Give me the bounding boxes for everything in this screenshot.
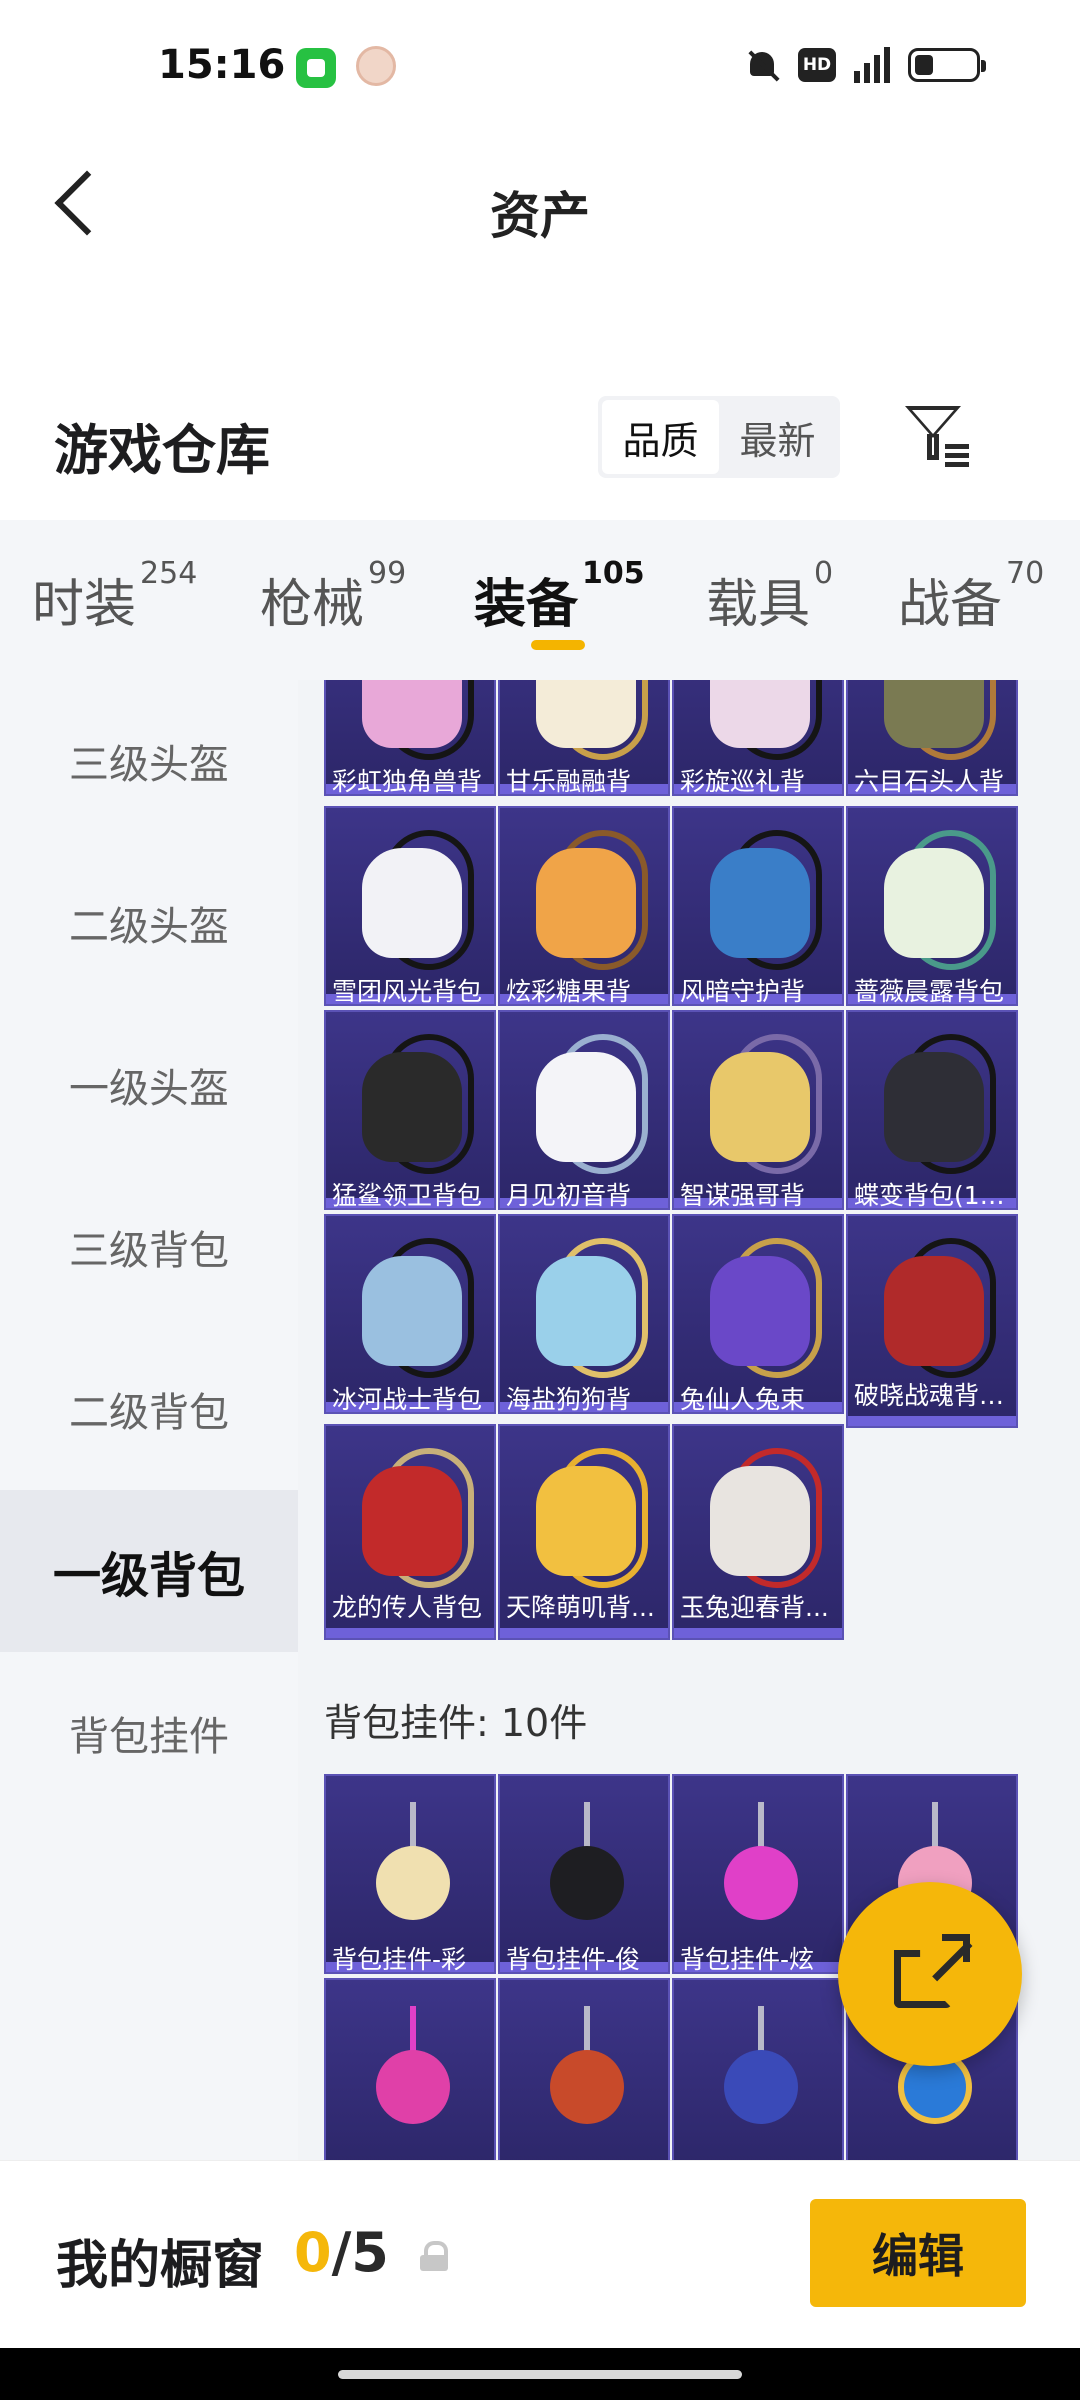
tab-vehicles[interactable]: 载具0 [706, 556, 833, 637]
item-name: 炫彩糖果背 [506, 977, 632, 1006]
sidebar-item-lv1-backpack[interactable]: 一级背包 [0, 1490, 298, 1652]
category-tabs: 时装254 枪械99 装备105 载具0 战备70 [0, 520, 1080, 680]
item-card[interactable]: 六目石头人背 [846, 680, 1018, 796]
tab-supplies[interactable]: 战备70 [898, 556, 1044, 637]
item-card[interactable]: 彩虹独角兽背 [324, 680, 496, 796]
item-card[interactable] [498, 1978, 670, 2160]
item-card[interactable]: 风暗守护背 [672, 806, 844, 1006]
item-name: 背包挂件-彩 [332, 1945, 467, 1974]
item-name: 六目石头人背 [854, 767, 1005, 796]
signal-icon [854, 47, 890, 83]
item-name: 背包挂件-炫 [680, 1945, 815, 1974]
mute-bell-icon [744, 46, 780, 84]
status-bar: 15:16 HD [0, 0, 1080, 130]
item-card[interactable]: 海盐狗狗背 [498, 1214, 670, 1414]
filter-icon[interactable] [905, 402, 971, 468]
item-name: 风暗守护背 [680, 977, 806, 1006]
sidebar-item-backpack-charm[interactable]: 背包挂件 [0, 1652, 298, 1814]
app-header: 资产 [0, 130, 1080, 280]
item-name: 天降萌叽背... [506, 1593, 655, 1622]
item-name: 玉兔迎春背... [680, 1593, 829, 1622]
item-card[interactable]: 彩旋巡礼背 [672, 680, 844, 796]
item-name: 兔仙人兔束 [680, 1385, 806, 1414]
warehouse-row: 游戏仓库 品质 最新 [0, 380, 1080, 520]
sort-latest-button[interactable]: 最新 [719, 400, 836, 474]
item-name: 智谋强哥背 [680, 1181, 806, 1210]
showcase-label: 我的橱窗 [56, 2236, 265, 2296]
section-label-charms: 背包挂件: 10件 [324, 1701, 588, 1745]
page-title: 资产 [490, 187, 590, 245]
item-name: 月见初音背 [506, 1181, 632, 1210]
item-name: 猛鲨领卫背包 [332, 1181, 483, 1210]
home-gesture-bar[interactable] [338, 2370, 742, 2379]
item-name: 蔷薇晨露背包 [854, 977, 1005, 1006]
item-card[interactable]: 天降萌叽背... [498, 1424, 670, 1640]
item-card[interactable] [324, 1978, 496, 2160]
sidebar-item-lv2-helmet[interactable]: 二级头盔 [0, 842, 298, 1004]
sidebar-item-lv1-helmet[interactable]: 一级头盔 [0, 1004, 298, 1166]
edit-button[interactable]: 编辑 [810, 2199, 1026, 2307]
item-card[interactable]: 背包挂件-彩 [324, 1774, 496, 1974]
item-card[interactable]: 炫彩糖果背 [498, 806, 670, 1006]
battery-icon [908, 48, 986, 82]
item-card[interactable]: 冰河战士背包 [324, 1214, 496, 1414]
item-card[interactable]: 龙的传人背包 [324, 1424, 496, 1640]
share-button[interactable] [838, 1882, 1022, 2066]
showcase-bar: 我的橱窗 0/5 编辑 [0, 2160, 1080, 2348]
tab-equipment[interactable]: 装备105 [474, 556, 645, 637]
status-right: HD [744, 46, 986, 84]
item-card[interactable]: 兔仙人兔束 [672, 1214, 844, 1414]
sort-toggle: 品质 最新 [598, 396, 840, 478]
status-time: 15:16 [158, 42, 286, 88]
sidebar-item-lv2-backpack[interactable]: 二级背包 [0, 1328, 298, 1490]
item-card[interactable]: 甘乐融融背 [498, 680, 670, 796]
sidebar-item-lv3-helmet[interactable]: 三级头盔 [0, 680, 298, 842]
item-card[interactable]: 背包挂件-俊 [498, 1774, 670, 1974]
item-name: 海盐狗狗背 [506, 1385, 632, 1414]
item-name: 背包挂件-俊 [506, 1945, 641, 1974]
item-name: 彩虹独角兽背 [332, 767, 483, 796]
item-name: 蝶变背包(1级) [854, 1181, 1014, 1210]
item-card[interactable]: 蝶变背包(1级) [846, 1010, 1018, 1210]
item-card[interactable]: 玉兔迎春背... [672, 1424, 844, 1640]
item-card[interactable]: 智谋强哥背 [672, 1010, 844, 1210]
hd-badge: HD [798, 48, 836, 82]
item-name: 彩旋巡礼背 [680, 767, 806, 796]
system-nav-bar [0, 2348, 1080, 2400]
tab-fashion[interactable]: 时装254 [32, 556, 197, 637]
sidebar: 三级头盔 二级头盔 一级头盔 三级背包 二级背包 一级背包 背包挂件 [0, 680, 298, 2160]
item-name: 破晓战魂背包... [854, 1381, 1014, 1410]
item-card[interactable]: 背包挂件-炫 [672, 1774, 844, 1974]
item-card[interactable]: 雪团风光背包 [324, 806, 496, 1006]
item-name: 雪团风光背包 [332, 977, 483, 1006]
lock-icon [420, 2241, 448, 2271]
item-name: 甘乐融融背 [506, 767, 632, 796]
item-card[interactable]: 猛鲨领卫背包 [324, 1010, 496, 1210]
item-card[interactable] [672, 1978, 844, 2160]
avatar-notification-icon [356, 46, 396, 86]
warehouse-title: 游戏仓库 [54, 419, 270, 482]
item-card[interactable]: 蔷薇晨露背包 [846, 806, 1018, 1006]
item-name: 龙的传人背包 [332, 1593, 483, 1622]
sort-quality-button[interactable]: 品质 [602, 400, 719, 474]
share-icon [890, 1934, 973, 2014]
item-card[interactable]: 月见初音背 [498, 1010, 670, 1210]
tab-firearms[interactable]: 枪械99 [260, 556, 406, 637]
item-name: 冰河战士背包 [332, 1385, 483, 1414]
showcase-count: 0/5 [294, 2221, 389, 2284]
app-notification-icon [296, 48, 336, 88]
active-tab-indicator [531, 640, 585, 650]
item-card[interactable]: 破晓战魂背包... [846, 1214, 1018, 1428]
sidebar-item-lv3-backpack[interactable]: 三级背包 [0, 1166, 298, 1328]
